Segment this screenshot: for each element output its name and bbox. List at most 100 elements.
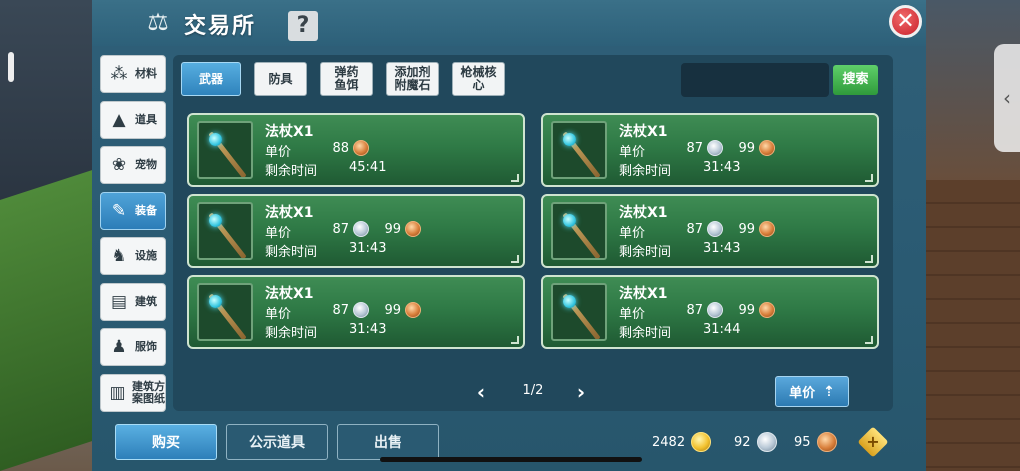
silver-price: 87: [686, 140, 703, 156]
price-values: 87 99: [679, 302, 783, 318]
category-label: 宠物: [135, 158, 157, 171]
category-ore[interactable]: ⁂ 材料: [100, 55, 166, 93]
silver-price: 87: [686, 221, 703, 237]
staff-orb: [563, 295, 576, 308]
silver-price: 88: [332, 140, 349, 156]
tab-1[interactable]: 防具: [254, 62, 307, 96]
silver-coin-icon: [353, 302, 369, 318]
category-facility[interactable]: ♞ 设施: [100, 237, 166, 275]
staff-orb: [209, 133, 222, 146]
item-name: 法杖X1: [265, 124, 314, 140]
staff-icon: [551, 202, 607, 260]
silver-balance: 92: [734, 432, 785, 452]
sort-by-unit-price-button[interactable]: 单价 ⇡: [775, 376, 849, 407]
price-values: 88: [325, 140, 377, 156]
remaining-time-label: 剩余时间: [619, 326, 672, 341]
ore-icon: ⁂: [110, 64, 128, 84]
sell-button[interactable]: 出售: [337, 424, 439, 460]
chevron-left-icon: ‹: [476, 380, 486, 404]
potion-icon: ▲: [112, 109, 126, 130]
add-currency-button[interactable]: +: [857, 426, 889, 458]
background-grass: [0, 167, 100, 471]
price-values: 87 99: [679, 221, 783, 237]
facility-icon: ♞: [111, 246, 127, 266]
remaining-time-label: 剩余时间: [265, 245, 318, 260]
category-label: 材料: [135, 67, 157, 80]
copper-price: 99: [384, 302, 401, 318]
category-label: 设施: [135, 249, 157, 262]
remaining-time-label: 剩余时间: [265, 164, 318, 179]
search-input[interactable]: [681, 63, 829, 97]
public-items-button[interactable]: 公示道具: [226, 424, 328, 460]
unit-price-label: 单价: [265, 226, 292, 241]
remaining-time: 31:43: [349, 241, 387, 256]
close-button[interactable]: ✕: [889, 5, 922, 38]
corner-icon: [511, 336, 519, 344]
staff-icon: [551, 121, 607, 179]
expand-right-panel-button[interactable]: ‹: [994, 44, 1020, 152]
copper-coin-icon: [405, 221, 421, 237]
corner-icon: [511, 174, 519, 182]
silver-price: 87: [332, 302, 349, 318]
remaining-time: 31:43: [703, 241, 741, 256]
category-building[interactable]: ▤ 建筑: [100, 282, 166, 321]
building-icon: ▤: [110, 291, 128, 312]
staff-icon: [197, 121, 253, 179]
tab-3[interactable]: 添加剂 附魔石: [386, 62, 439, 96]
listing-card[interactable]: 法杖X1 单价 87 99 剩余时间 31:43: [541, 113, 879, 187]
category-label: 建筑: [135, 294, 157, 308]
listing-card[interactable]: 法杖X1 单价 87 99 剩余时间 31:43: [541, 194, 879, 268]
tab-2[interactable]: 弹药 鱼饵: [320, 62, 373, 96]
category-label: 装备: [135, 203, 157, 217]
home-indicator[interactable]: [380, 457, 642, 462]
help-button[interactable]: ?: [288, 11, 318, 41]
side-handle[interactable]: [8, 52, 14, 82]
category-clothing[interactable]: ♟ 服饰: [100, 328, 166, 366]
clothing-icon: ♟: [111, 337, 127, 357]
scales-icon: ⚖: [147, 8, 169, 36]
category-label: 建筑方 案图纸: [132, 379, 165, 405]
prev-page-button[interactable]: ‹: [473, 382, 489, 402]
paw-icon: ❀: [111, 155, 127, 175]
corner-icon: [865, 255, 873, 263]
silver-price: 87: [686, 302, 703, 318]
staff-icon: [197, 283, 253, 341]
tab-0[interactable]: 武器: [181, 62, 241, 96]
remaining-time: 45:41: [349, 160, 387, 175]
copper-price: 99: [738, 221, 755, 237]
close-icon: ✕: [896, 9, 915, 34]
unit-price-label: 单价: [265, 145, 292, 160]
next-page-button[interactable]: ›: [573, 382, 589, 402]
copper-price: 99: [738, 140, 755, 156]
listing-card[interactable]: 法杖X1 单价 87 99 剩余时间 31:43: [187, 275, 525, 349]
listing-card[interactable]: 法杖X1 单价 87 99 剩余时间 31:44: [541, 275, 879, 349]
listing-card[interactable]: 法杖X1 单价 88 剩余时间 45:41: [187, 113, 525, 187]
item-name: 法杖X1: [619, 124, 668, 140]
search-button[interactable]: 搜索: [833, 65, 878, 95]
equipment-icon: ✎: [111, 200, 127, 221]
silver-coin-icon: [707, 302, 723, 318]
title-bar: ⚖ 交易所 ? ✕: [92, 0, 926, 46]
category-blueprint[interactable]: ▥ 建筑方 案图纸: [100, 373, 166, 412]
listing-card[interactable]: 法杖X1 单价 87 99 剩余时间 31:43: [187, 194, 525, 268]
sort-arrow-icon: ⇡: [823, 383, 835, 400]
price-values: 87 99: [325, 221, 429, 237]
tab-4[interactable]: 枪械核 心: [452, 62, 505, 96]
sort-label: 单价: [789, 386, 816, 401]
unit-price-label: 单价: [619, 145, 646, 160]
remaining-time: 31:44: [703, 322, 741, 337]
category-potion[interactable]: ▲ 道具: [100, 100, 166, 139]
category-paw[interactable]: ❀ 宠物: [100, 146, 166, 184]
corner-icon: [865, 336, 873, 344]
copper-coin-icon: [353, 140, 369, 156]
gold-balance: 2482: [652, 432, 719, 452]
category-equipment[interactable]: ✎ 装备: [100, 191, 166, 230]
staff-icon: [551, 283, 607, 341]
buy-button[interactable]: 购买: [115, 424, 217, 460]
remaining-time: 31:43: [703, 160, 741, 175]
category-label: 服饰: [135, 340, 157, 353]
item-name: 法杖X1: [265, 286, 314, 302]
page-title: 交易所: [184, 14, 257, 39]
chevron-left-icon: ‹: [1003, 86, 1011, 110]
silver-coin-icon: [707, 140, 723, 156]
